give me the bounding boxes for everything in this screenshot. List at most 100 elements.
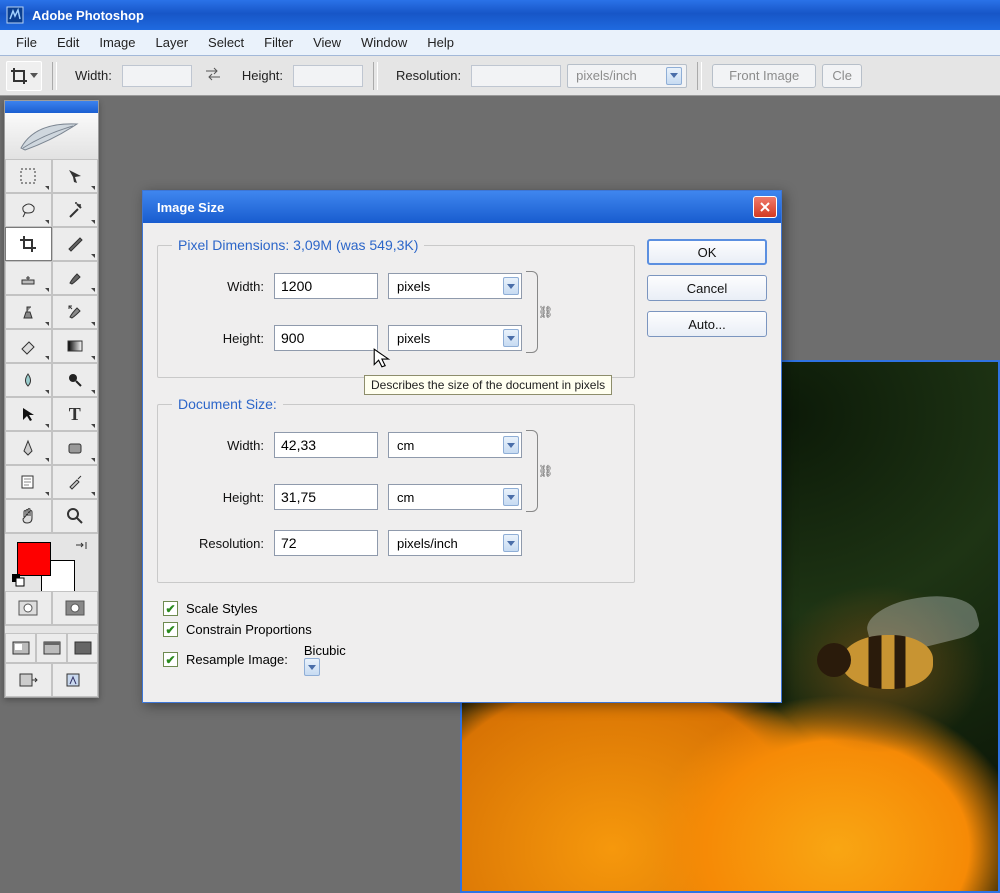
front-image-button[interactable]: Front Image	[712, 64, 816, 88]
close-icon	[759, 201, 771, 213]
screen-mode-standard-icon[interactable]	[5, 633, 36, 663]
palette-drag-handle[interactable]	[5, 101, 98, 113]
tools-palette[interactable]: T	[4, 100, 99, 698]
rect-marquee-icon[interactable]	[5, 159, 52, 193]
menu-help[interactable]: Help	[417, 32, 464, 53]
eraser-icon[interactable]	[5, 329, 52, 363]
opt-height-input[interactable]	[293, 65, 363, 87]
tooltip: Describes the size of the document in pi…	[364, 375, 612, 395]
menu-window[interactable]: Window	[351, 32, 417, 53]
link-dimensions-icon: ⛓	[522, 263, 550, 361]
link-dimensions-icon: ⛓	[522, 422, 550, 520]
hand-icon[interactable]	[5, 499, 52, 533]
menu-image[interactable]: Image	[89, 32, 145, 53]
eyedropper-icon[interactable]	[52, 465, 99, 499]
brush-icon[interactable]	[52, 261, 99, 295]
opt-res-unit-select[interactable]: pixels/inch	[567, 64, 687, 88]
foreground-color-swatch[interactable]	[17, 542, 51, 576]
quickmask-off-icon[interactable]	[5, 591, 52, 625]
menu-view[interactable]: View	[303, 32, 351, 53]
healing-brush-icon[interactable]	[5, 261, 52, 295]
constrain-proportions-label: Constrain Proportions	[186, 622, 312, 637]
pen-icon[interactable]	[5, 431, 52, 465]
move-icon[interactable]	[52, 159, 99, 193]
jump-to-photoshop-icon[interactable]	[52, 663, 99, 697]
crop-tool-preset-icon[interactable]	[6, 61, 42, 91]
photoshop-feather-icon	[5, 113, 98, 159]
close-button[interactable]	[753, 196, 777, 218]
dialog-title: Image Size	[157, 200, 224, 215]
slice-icon[interactable]	[52, 227, 99, 261]
titlebar: Adobe Photoshop	[0, 0, 1000, 30]
type-icon[interactable]: T	[52, 397, 99, 431]
doc-height-input[interactable]	[274, 484, 378, 510]
px-width-unit-select[interactable]: pixels	[388, 273, 522, 299]
px-width-input[interactable]	[274, 273, 378, 299]
resample-image-checkbox[interactable]: ✔ Resample Image: Bicubic	[163, 643, 635, 676]
chevron-down-icon	[304, 658, 320, 676]
px-width-label: Width:	[172, 279, 264, 294]
dodge-icon[interactable]	[52, 363, 99, 397]
auto-button[interactable]: Auto...	[647, 311, 767, 337]
shape-icon[interactable]	[52, 431, 99, 465]
opt-height-label: Height:	[242, 68, 283, 83]
menu-file[interactable]: File	[6, 32, 47, 53]
notes-icon[interactable]	[5, 465, 52, 499]
bee-illustration	[807, 595, 977, 715]
crop-icon[interactable]	[5, 227, 52, 261]
chevron-down-icon	[503, 488, 519, 506]
doc-res-input[interactable]	[274, 530, 378, 556]
jump-to-imageready-icon[interactable]	[5, 663, 52, 697]
color-swatches	[5, 533, 98, 591]
checkmark-icon: ✔	[163, 622, 178, 637]
resample-method-select[interactable]: Bicubic	[304, 643, 346, 676]
swap-wh-icon[interactable]	[204, 67, 222, 84]
mouse-cursor-icon	[372, 347, 394, 372]
menu-layer[interactable]: Layer	[146, 32, 199, 53]
doc-width-unit-select[interactable]: cm	[388, 432, 522, 458]
doc-height-unit-select[interactable]: cm	[388, 484, 522, 510]
cancel-button[interactable]: Cancel	[647, 275, 767, 301]
path-select-icon[interactable]	[5, 397, 52, 431]
screen-mode-full-menubar-icon[interactable]	[36, 633, 67, 663]
opt-width-label: Width:	[75, 68, 112, 83]
blur-icon[interactable]	[5, 363, 52, 397]
px-width-unit-value: pixels	[397, 279, 430, 294]
scale-styles-checkbox[interactable]: ✔ Scale Styles	[163, 601, 635, 616]
default-colors-icon[interactable]	[11, 573, 25, 587]
opt-res-unit-value: pixels/inch	[576, 68, 637, 83]
chevron-down-icon	[666, 67, 682, 85]
app-title: Adobe Photoshop	[32, 8, 144, 23]
dialog-titlebar[interactable]: Image Size	[143, 191, 781, 223]
zoom-icon[interactable]	[52, 499, 99, 533]
doc-width-input[interactable]	[274, 432, 378, 458]
clone-stamp-icon[interactable]	[5, 295, 52, 329]
image-size-dialog: Image Size Pixel Dimensions: 3,09M (was …	[142, 190, 782, 703]
menu-edit[interactable]: Edit	[47, 32, 89, 53]
screen-mode-full-icon[interactable]	[67, 633, 98, 663]
opt-width-input[interactable]	[122, 65, 192, 87]
menu-select[interactable]: Select	[198, 32, 254, 53]
ok-button[interactable]: OK	[647, 239, 767, 265]
opt-res-input[interactable]	[471, 65, 561, 87]
magic-wand-icon[interactable]	[52, 193, 99, 227]
app-logo-icon	[6, 6, 24, 24]
doc-height-label: Height:	[172, 490, 264, 505]
doc-res-unit-select[interactable]: pixels/inch	[388, 530, 522, 556]
doc-width-label: Width:	[172, 438, 264, 453]
swap-colors-icon[interactable]	[74, 540, 88, 557]
doc-height-unit-value: cm	[397, 490, 414, 505]
px-height-input[interactable]	[274, 325, 378, 351]
quickmask-on-icon[interactable]	[52, 591, 99, 625]
gradient-icon[interactable]	[52, 329, 99, 363]
checkmark-icon: ✔	[163, 652, 178, 667]
checkmark-icon: ✔	[163, 601, 178, 616]
px-height-unit-select[interactable]: pixels	[388, 325, 522, 351]
constrain-proportions-checkbox[interactable]: ✔ Constrain Proportions	[163, 622, 635, 637]
divider	[52, 62, 57, 90]
scale-styles-label: Scale Styles	[186, 601, 258, 616]
menu-filter[interactable]: Filter	[254, 32, 303, 53]
history-brush-icon[interactable]	[52, 295, 99, 329]
clear-button[interactable]: Cle	[822, 64, 862, 88]
lasso-icon[interactable]	[5, 193, 52, 227]
